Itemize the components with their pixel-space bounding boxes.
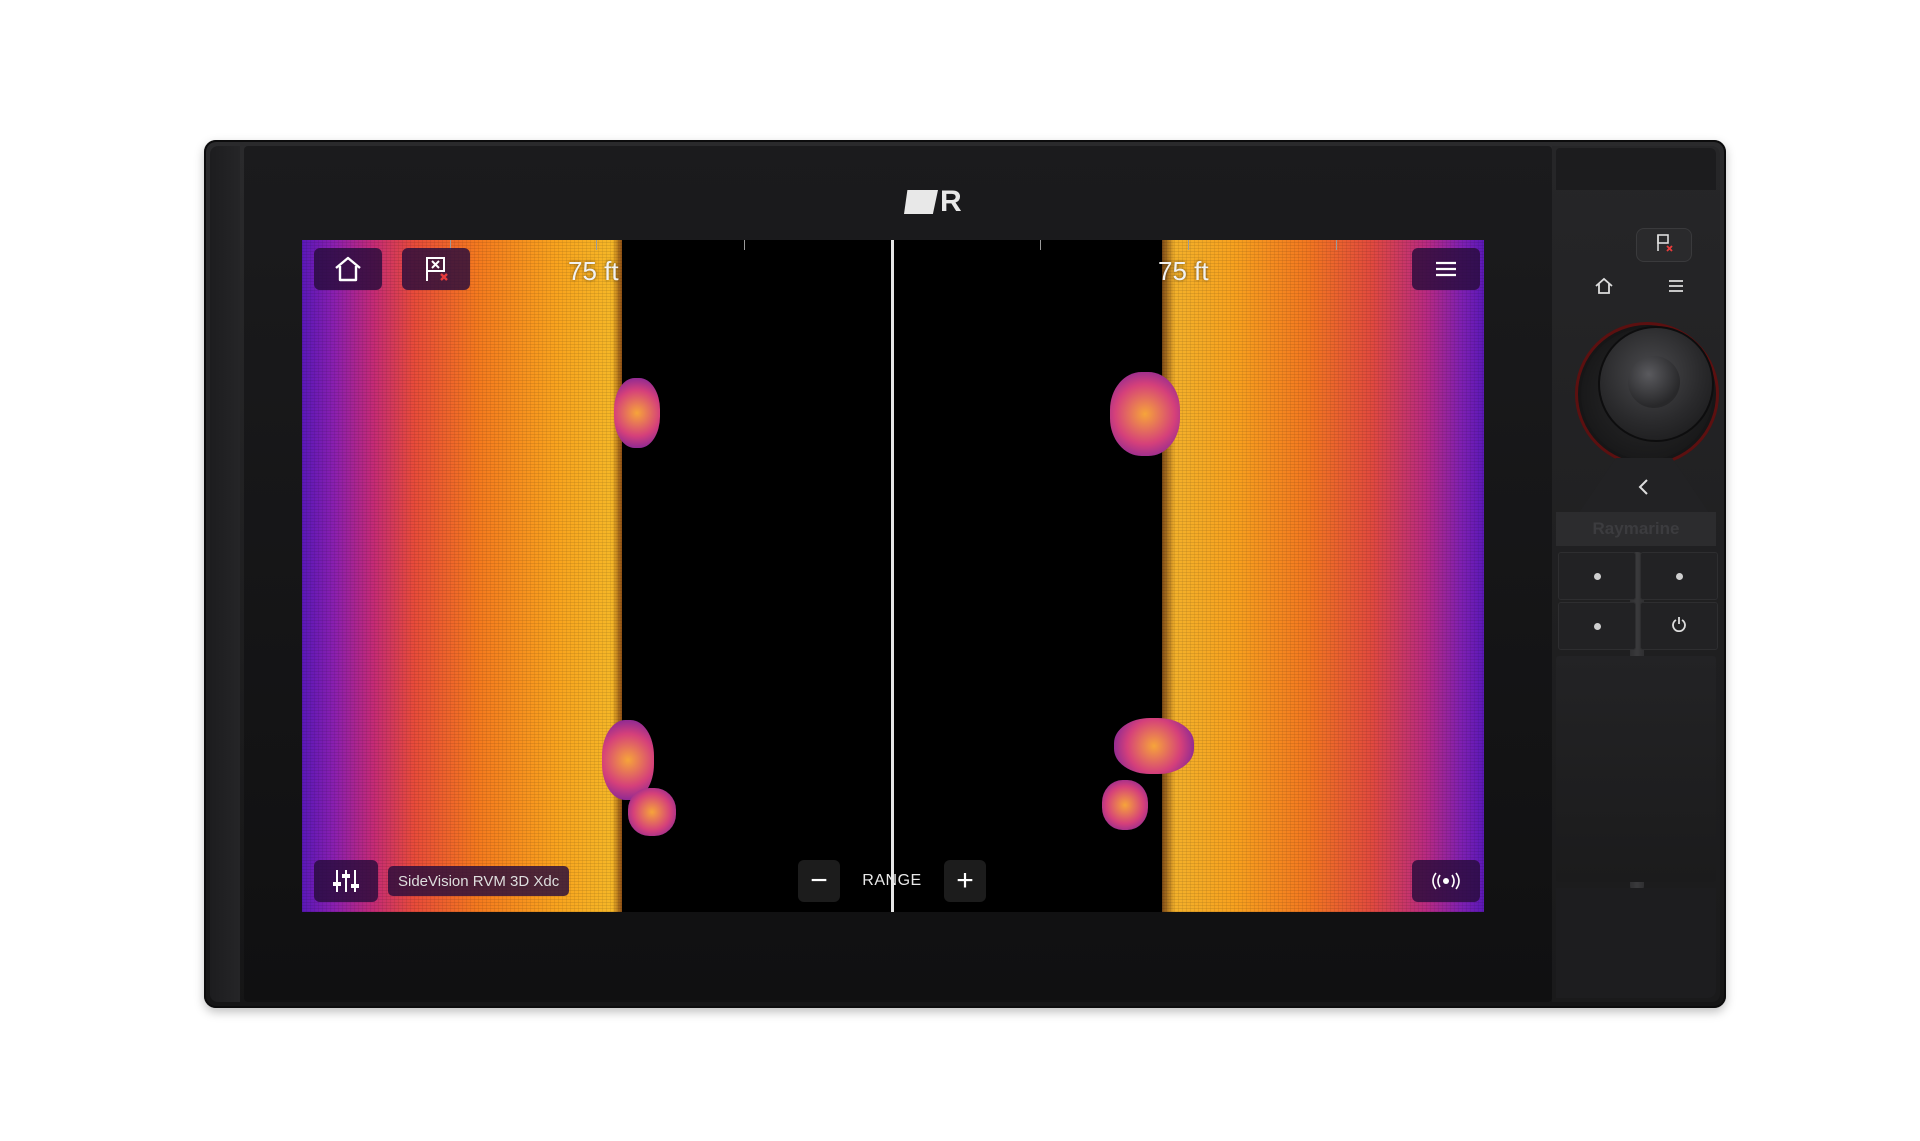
range-tick [1336, 240, 1337, 250]
hamburger-menu-icon [1434, 259, 1458, 279]
joystick-cap [1628, 356, 1680, 408]
panel-menu-key[interactable] [1660, 272, 1692, 304]
sliders-icon [331, 867, 361, 895]
range-tick [744, 240, 745, 250]
programmable-key-2[interactable] [1640, 552, 1718, 600]
home-button[interactable] [314, 248, 382, 290]
range-tick [596, 240, 597, 250]
sonar-return-right-lower [1114, 718, 1194, 774]
sonar-right-channel [1162, 240, 1484, 912]
hamburger-menu-icon [1667, 278, 1685, 299]
waypoint-key[interactable] [1636, 228, 1692, 262]
panel-top-cap [1556, 148, 1716, 190]
power-icon [1671, 616, 1687, 637]
sonar-return-left-bottom [628, 788, 676, 836]
range-label-left: 75 ft [568, 256, 619, 286]
chevron-left-icon [1637, 478, 1651, 501]
left-bezel-strip [210, 146, 240, 1002]
range-label-right: 75 ft [1158, 256, 1209, 286]
range-control-label: RANGE [862, 872, 922, 889]
range-control: − RANGE + [798, 860, 986, 902]
sonar-ping-icon [1430, 871, 1462, 891]
programmable-key-3[interactable] [1558, 602, 1636, 650]
waypoint-flag-icon [1654, 233, 1674, 258]
sonar-settings-button[interactable] [314, 860, 378, 902]
sonar-return-right-upper [1110, 372, 1180, 456]
range-tick [1040, 240, 1041, 250]
range-increase-button[interactable]: + [944, 860, 986, 902]
sonar-left-channel [302, 240, 622, 912]
sonar-screen[interactable]: 75 ft 75 ft SideVision RVM 3D Xdc − RANG… [302, 240, 1484, 912]
key-indicator-dot [1593, 622, 1601, 630]
sonar-return-left-upper [614, 378, 660, 448]
range-tick [1188, 240, 1189, 250]
waypoint-flag-icon [421, 254, 451, 284]
panel-home-key[interactable] [1588, 272, 1620, 304]
transducer-button[interactable] [1412, 860, 1480, 902]
range-decrease-button[interactable]: − [798, 860, 840, 902]
waypoint-button[interactable] [402, 248, 470, 290]
panel-lower-section [1556, 656, 1716, 882]
brand-logo: R [904, 184, 976, 220]
home-icon [333, 255, 363, 283]
menu-button[interactable] [1412, 248, 1480, 290]
key-indicator-dot [1675, 572, 1683, 580]
key-indicator-dot [1593, 572, 1601, 580]
home-icon [1594, 277, 1614, 300]
panel-bottom-section [1556, 888, 1716, 998]
power-key[interactable] [1640, 602, 1718, 650]
brand-plate: Raymarine [1556, 512, 1716, 546]
sonar-source-label[interactable]: SideVision RVM 3D Xdc [388, 866, 570, 896]
programmable-key-1[interactable] [1558, 552, 1636, 600]
sonar-return-right-bottom [1102, 780, 1148, 830]
boat-track-line [891, 240, 894, 912]
